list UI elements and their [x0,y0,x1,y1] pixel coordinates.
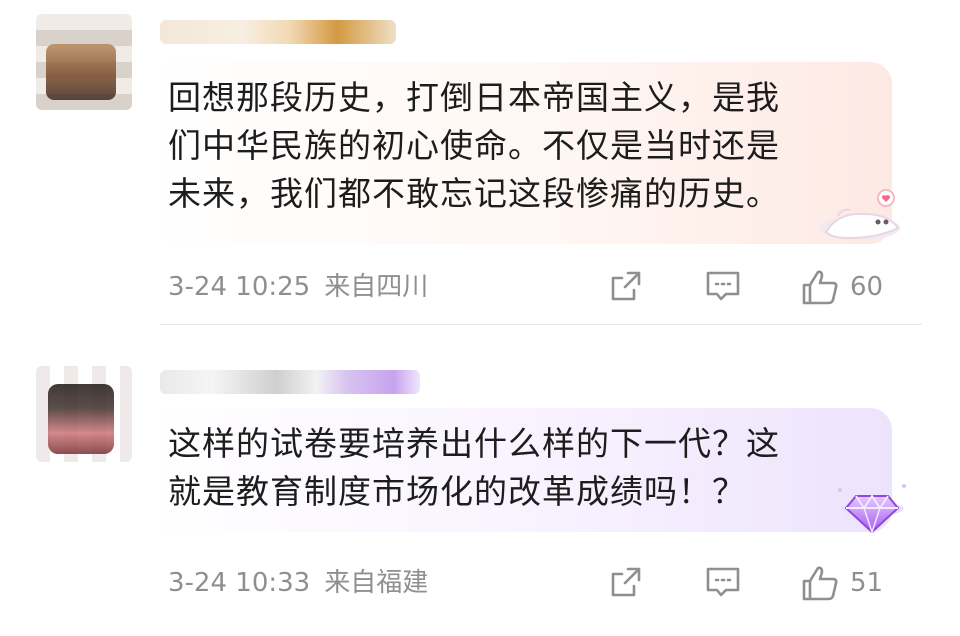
comment-bubble: 回想那段历史，打倒日本帝国主义，是我 们中华民族的初心使命。不仅是当时还是 未来… [150,62,892,244]
like-button[interactable]: 51 [800,564,883,602]
comment-feed: 回想那段历史，打倒日本帝国主义，是我 们中华民族的初心使命。不仅是当时还是 未来… [0,0,960,636]
comment-time: 3-24 10:25 [168,272,311,302]
like-count: 51 [850,568,884,598]
share-button[interactable] [608,268,644,304]
comment-text-line: 这样的试卷要培养出什么样的下一代？这 [168,424,780,463]
thumbs-up-icon [802,566,838,601]
comment-text-line: 就是教育制度市场化的改革成绩吗！？ [168,472,746,511]
share-icon [611,567,641,597]
username-blurred[interactable] [160,20,396,44]
avatar[interactable] [36,14,132,110]
comment-icon [706,271,740,301]
comment-bubble: 这样的试卷要培养出什么样的下一代？这 就是教育制度市场化的改革成绩吗！？ [150,408,892,532]
reply-button[interactable] [704,564,742,600]
comment-item: 这样的试卷要培养出什么样的下一代？这 就是教育制度市场化的改革成绩吗！？ 3-2… [0,330,960,636]
comment-time: 3-24 10:33 [168,568,311,598]
like-count: 60 [850,272,884,302]
comment-location: 来自福建 [324,568,429,598]
comment-text-line: 未来，我们都不敢忘记这段惨痛的历史。 [168,174,780,213]
comment-meta: 3-24 10:25 来自四川 [168,272,428,302]
comment-location: 来自四川 [324,272,429,302]
comment-text-line: 回想那段历史，打倒日本帝国主义，是我 [168,78,780,117]
share-button[interactable] [608,564,644,600]
share-icon [611,271,641,301]
reply-button[interactable] [704,268,742,304]
username-blurred[interactable] [160,370,420,394]
gem-badge-icon [838,484,906,535]
comment-text-line: 们中华民族的初心使命。不仅是当时还是 [168,126,780,165]
comment-text: 回想那段历史，打倒日本帝国主义，是我 们中华民族的初心使命。不仅是当时还是 未来… [168,74,888,218]
thumbs-up-icon [802,270,838,305]
comment-meta: 3-24 10:33 来自福建 [168,568,428,598]
cat-sticker-icon [820,189,900,240]
like-button[interactable]: 60 [800,268,883,306]
divider [160,324,922,325]
avatar[interactable] [36,366,132,462]
comment-text: 这样的试卷要培养出什么样的下一代？这 就是教育制度市场化的改革成绩吗！？ [168,420,888,516]
comment-icon [706,567,740,597]
comment-item: 回想那段历史，打倒日本帝国主义，是我 们中华民族的初心使命。不仅是当时还是 未来… [0,0,960,325]
